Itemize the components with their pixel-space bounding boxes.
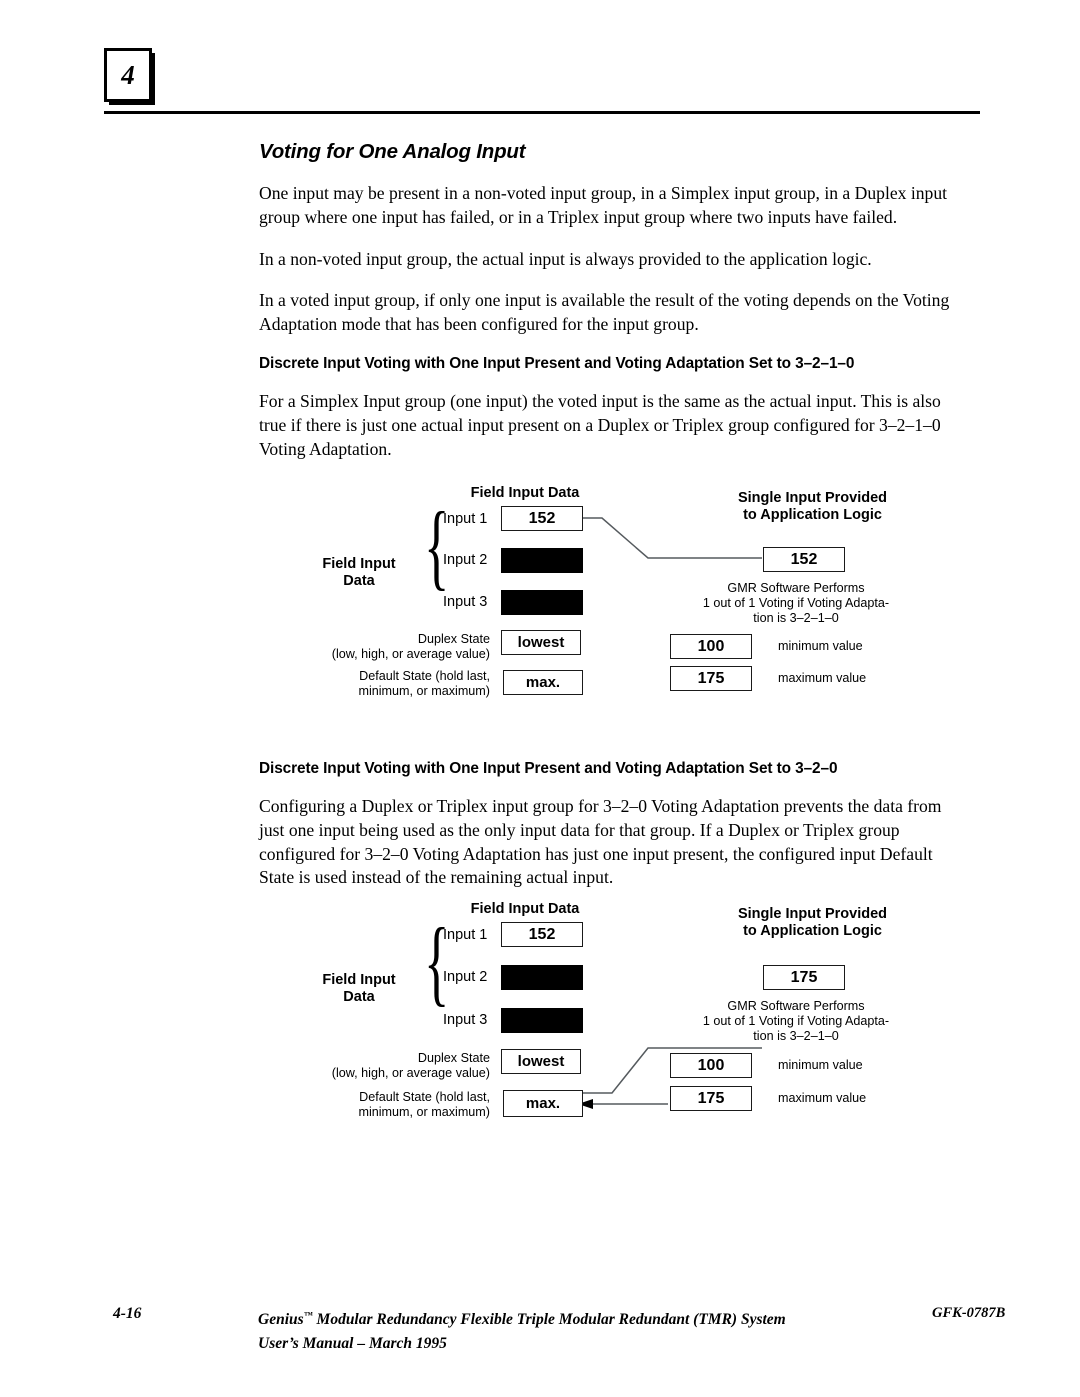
figure2-duplex-state-label: Duplex State (low, high, or average valu… [331, 1051, 490, 1080]
figure2-min-value-box: 100 [670, 1053, 752, 1078]
figure2-input-2-box [501, 965, 583, 990]
figure2-min-value-label: minimum value [778, 1058, 863, 1072]
figure2-input-3-box [501, 1008, 583, 1033]
figure2-duplex-state-box: lowest [501, 1049, 581, 1074]
figure2-default-state-box: max. [503, 1090, 583, 1117]
figure1-max-value-box: 175 [670, 666, 752, 691]
figure1-duplex-state-label: Duplex State (low, high, or average valu… [331, 632, 490, 661]
figure1-input-1-label: Input 1 [443, 511, 488, 527]
figure2-output-box: 175 [763, 965, 845, 990]
figure1-input-3-label: Input 3 [443, 594, 488, 610]
figure1-input-2-box [501, 548, 583, 573]
figure2-input-1-label: Input 1 [443, 927, 488, 943]
subsection-title-2: Discrete Input Voting with One Input Pre… [259, 760, 838, 777]
footer-page-number: 4-16 [113, 1305, 142, 1322]
figure2-input-3-label: Input 3 [443, 1012, 488, 1028]
page-title: Voting for One Analog Input [259, 140, 526, 163]
chapter-number: 4 [104, 48, 152, 102]
figure2-max-value-box: 175 [670, 1086, 752, 1111]
page-content: Voting for One Analog Input One input ma… [259, 140, 959, 479]
figure1-gmr-note: GMR Software Performs 1 out of 1 Voting … [702, 581, 890, 625]
figure1-default-state-box: max. [503, 670, 583, 695]
figure1-output-title: Single Input Provided to Application Log… [737, 490, 888, 523]
header-rule [104, 111, 980, 114]
figure2-default-state-label: Default State (hold last, minimum, or ma… [358, 1090, 490, 1119]
figure2-brace-label: Field Input Data [322, 972, 396, 1005]
figure1-duplex-state-box: lowest [501, 630, 581, 655]
figure2-max-value-label: maximum value [778, 1091, 867, 1105]
footer-doc-code: GFK-0787B [932, 1305, 1006, 1321]
figure1-input-3-box [501, 590, 583, 615]
chapter-tab: 4 [104, 48, 155, 105]
figure1-min-value-label: minimum value [778, 639, 863, 653]
subsection-title-1: Discrete Input Voting with One Input Pre… [259, 354, 855, 372]
page-content-2: Discrete Input Voting with One Input Pre… [259, 760, 959, 908]
figure1-max-value-label: maximum value [778, 671, 867, 685]
paragraph-2: In a non-voted input group, the actual i… [259, 248, 872, 269]
figure1-min-value-box: 100 [670, 634, 752, 659]
figure1-default-state-label: Default State (hold last, minimum, or ma… [358, 669, 490, 698]
paragraph-3: In a voted input group, if only one inpu… [259, 290, 950, 335]
figure1-field-input-data-title: Field Input Data [470, 485, 580, 501]
figure2-field-input-data-title: Field Input Data [470, 901, 580, 917]
subsection-paragraph-2: Configuring a Duplex or Triplex input gr… [259, 796, 942, 888]
figure1-input-2-label: Input 2 [443, 552, 488, 568]
figure1-brace-label: Field Input Data [322, 556, 396, 589]
subsection-paragraph-1: For a Simplex Input group (one input) th… [259, 390, 941, 459]
figure2-gmr-note: GMR Software Performs 1 out of 1 Voting … [702, 999, 890, 1043]
figure2-input-1-box: 152 [501, 922, 583, 947]
figure2-output-title: Single Input Provided to Application Log… [737, 906, 888, 939]
footer-manual-title: Genius™ Modular Redundancy Flexible Trip… [258, 1310, 786, 1353]
figure2-input-2-label: Input 2 [443, 969, 488, 985]
paragraph-1: One input may be present in a non-voted … [259, 183, 948, 227]
figure1-input-1-box: 152 [501, 506, 583, 531]
figure1-output-box: 152 [763, 547, 845, 572]
